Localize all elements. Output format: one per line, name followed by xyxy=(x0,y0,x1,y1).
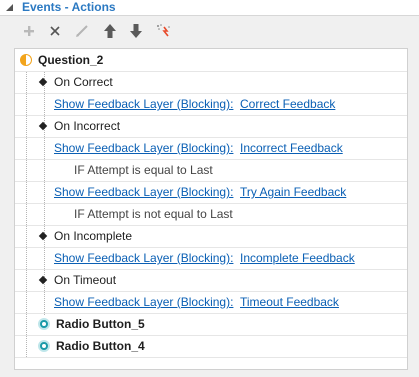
edit-button[interactable] xyxy=(71,20,93,42)
tree-node-radio-button[interactable]: Radio Button_5 xyxy=(15,313,407,336)
target-link[interactable]: Incorrect Feedback xyxy=(240,137,343,159)
event-bullet-icon xyxy=(38,77,48,87)
question-icon xyxy=(20,54,32,66)
event-on-incorrect[interactable]: On Incorrect xyxy=(15,115,407,138)
event-on-timeout[interactable]: On Timeout xyxy=(15,269,407,292)
magic-wand-button[interactable] xyxy=(153,20,175,42)
target-link[interactable]: Timeout Feedback xyxy=(240,291,339,313)
move-up-button[interactable] xyxy=(99,20,121,42)
delete-button[interactable] xyxy=(44,20,66,42)
event-label: On Incorrect xyxy=(54,119,121,133)
tree-node-question[interactable]: Question_2 xyxy=(15,49,407,72)
edit-icon xyxy=(76,25,88,37)
action-row[interactable]: Show Feedback Layer (Blocking): Try Agai… xyxy=(15,181,407,204)
add-button[interactable] xyxy=(18,20,40,42)
event-bullet-icon xyxy=(38,275,48,285)
collapse-caret-icon[interactable] xyxy=(5,3,15,13)
radio-button-icon xyxy=(38,340,50,352)
target-link[interactable]: Try Again Feedback xyxy=(240,181,346,203)
action-link[interactable]: Show Feedback Layer (Blocking): xyxy=(54,291,233,313)
condition-label: IF Attempt is not equal to Last xyxy=(74,207,233,221)
action-row[interactable]: Show Feedback Layer (Blocking): Incomple… xyxy=(15,247,407,270)
condition-label: IF Attempt is equal to Last xyxy=(74,163,213,177)
magic-wand-icon xyxy=(157,24,170,37)
tree-node-radio-button[interactable]: Radio Button_4 xyxy=(15,335,407,358)
question-label: Question_2 xyxy=(38,53,104,67)
event-on-incomplete[interactable]: On Incomplete xyxy=(15,225,407,248)
events-tree: Question_2 On Correct Show Feedback Laye… xyxy=(14,48,408,370)
panel-header: Events - Actions xyxy=(0,0,419,16)
action-row[interactable]: Show Feedback Layer (Blocking): Timeout … xyxy=(15,291,407,314)
radio-button-icon xyxy=(38,318,50,330)
action-link[interactable]: Show Feedback Layer (Blocking): xyxy=(54,181,233,203)
delete-icon xyxy=(50,26,60,36)
object-label: Radio Button_4 xyxy=(56,339,145,353)
move-down-icon xyxy=(130,24,142,38)
action-row[interactable]: Show Feedback Layer (Blocking): Correct … xyxy=(15,93,407,116)
action-row[interactable]: Show Feedback Layer (Blocking): Incorrec… xyxy=(15,137,407,160)
event-label: On Timeout xyxy=(54,273,117,287)
action-link[interactable]: Show Feedback Layer (Blocking): xyxy=(54,247,233,269)
event-bullet-icon xyxy=(38,121,48,131)
panel-title: Events - Actions xyxy=(22,0,116,14)
action-link[interactable]: Show Feedback Layer (Blocking): xyxy=(54,137,233,159)
header-divider xyxy=(0,15,419,16)
event-label: On Correct xyxy=(54,75,113,89)
move-up-icon xyxy=(104,24,116,38)
add-icon xyxy=(24,26,34,36)
target-link[interactable]: Correct Feedback xyxy=(240,93,335,115)
event-label: On Incomplete xyxy=(54,229,133,243)
action-link[interactable]: Show Feedback Layer (Blocking): xyxy=(54,93,233,115)
object-label: Radio Button_5 xyxy=(56,317,145,331)
condition-row[interactable]: IF Attempt is not equal to Last xyxy=(15,203,407,226)
condition-row[interactable]: IF Attempt is equal to Last xyxy=(15,159,407,182)
toolbar xyxy=(14,18,409,44)
event-on-correct[interactable]: On Correct xyxy=(15,71,407,94)
target-link[interactable]: Incomplete Feedback xyxy=(240,247,355,269)
move-down-button[interactable] xyxy=(125,20,147,42)
event-bullet-icon xyxy=(38,231,48,241)
